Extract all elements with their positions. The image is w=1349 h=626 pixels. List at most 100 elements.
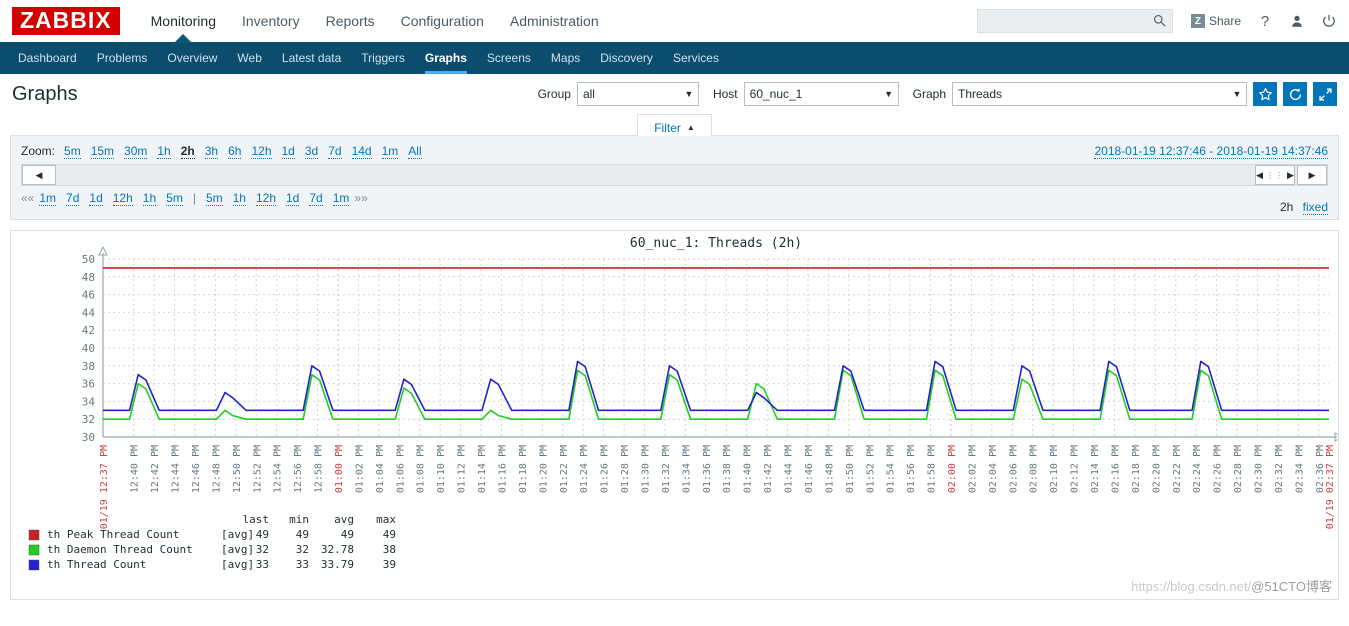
search-icon	[1153, 14, 1166, 30]
x-axis-tick-label: 01:14 PM	[477, 445, 488, 493]
x-axis-tick-label: 01:34 PM	[681, 445, 692, 493]
subnav-item-screens[interactable]: Screens	[477, 42, 541, 74]
shift-forward-12h[interactable]: 12h	[255, 191, 276, 206]
subnav-item-discovery[interactable]: Discovery	[590, 42, 663, 74]
time-scrollbar[interactable]: ◀ ◀ ⋮⋮ ▶ ▶	[21, 164, 1328, 186]
main-menu-item-reports[interactable]: Reports	[313, 0, 388, 42]
shift-back-5m[interactable]: 5m	[166, 191, 183, 206]
zabbix-logo[interactable]: ZABBIX	[12, 7, 120, 35]
subnav-item-latest-data[interactable]: Latest data	[272, 42, 351, 74]
threads-graph[interactable]: 60_nuc_1: Threads (2h) 30 32 34 36 38 40 42 44 46…	[11, 231, 1338, 599]
legend-series-name: th Peak Thread Count	[47, 528, 179, 541]
legend-value-avg: 32.78	[321, 543, 354, 556]
filter-tab-label: Filter	[654, 120, 681, 135]
shift-forward-1m[interactable]: 1m	[332, 191, 350, 206]
shift-back-12h[interactable]: 12h	[112, 191, 133, 206]
zoom-option-All[interactable]: All	[408, 144, 422, 159]
shift-forward-1d[interactable]: 1d	[286, 191, 300, 206]
time-scroll-handle[interactable]: ◀ ⋮⋮ ▶	[1255, 165, 1295, 185]
y-axis-tick-label: 30	[82, 431, 95, 444]
main-menu-item-monitoring[interactable]: Monitoring	[138, 0, 229, 42]
zoom-option-6h[interactable]: 6h	[228, 144, 242, 159]
x-axis-start-label: 01/19 12:37 PM	[99, 445, 110, 529]
forward-chevrons-label: »»	[354, 191, 368, 205]
x-axis-tick-label: 01:04 PM	[375, 445, 386, 493]
subnav-item-services[interactable]: Services	[663, 42, 729, 74]
shift-forward-1h[interactable]: 1h	[232, 191, 246, 206]
subnav-item-triggers[interactable]: Triggers	[351, 42, 415, 74]
time-shift-links: «« 1m 7d 1d 12h 1h 5m | 5m 1h 12h 1d 7d 1m »»	[21, 191, 1328, 206]
shift-back-1h[interactable]: 1h	[142, 191, 157, 206]
x-axis-tick-label: 01:18 PM	[518, 445, 529, 493]
x-axis-tick-label: 12:56 PM	[293, 445, 304, 493]
legend-value-max: 49	[383, 528, 396, 541]
x-axis-tick-label: 02:34 PM	[1294, 445, 1305, 493]
group-select[interactable]: all ▼	[576, 82, 699, 106]
main-menu-item-administration[interactable]: Administration	[497, 0, 612, 42]
zoom-option-30m[interactable]: 30m	[124, 144, 148, 159]
global-search[interactable]	[976, 9, 1173, 33]
zoom-option-15m[interactable]: 15m	[90, 144, 115, 159]
x-axis-tick-label: 01:38 PM	[722, 445, 733, 493]
subnav-item-problems[interactable]: Problems	[87, 42, 158, 74]
date-range-link[interactable]: 2018-01-19 12:37:46 - 2018-01-19 14:37:4…	[1094, 144, 1328, 159]
subnav-item-dashboard[interactable]: Dashboard	[8, 42, 87, 74]
shift-back-1m[interactable]: 1m	[39, 191, 57, 206]
x-axis-tick-label: 12:42 PM	[150, 445, 161, 493]
zoom-option-1d[interactable]: 1d	[281, 144, 295, 159]
right-arrow-icon: ▶	[1287, 169, 1294, 180]
main-menu-item-inventory[interactable]: Inventory	[229, 0, 313, 42]
x-axis-tick-label: 02:12 PM	[1070, 445, 1081, 493]
x-axis-tick-label: 01:56 PM	[906, 445, 917, 493]
x-axis-tick-label: 01:28 PM	[620, 445, 631, 493]
help-icon[interactable]: ?	[1257, 12, 1273, 30]
zoom-option-2h[interactable]: 2h	[180, 144, 195, 159]
x-axis-tick-label: 02:32 PM	[1274, 445, 1285, 493]
add-favorite-button[interactable]	[1253, 82, 1277, 106]
zoom-option-5m[interactable]: 5m	[64, 144, 81, 159]
zoom-options-list: 5m 15m 30m 1h 2h 3h 6h 12h 1d 3d 7d 14d 1m All	[59, 144, 427, 159]
zoom-option-14d[interactable]: 14d	[351, 144, 372, 159]
host-select[interactable]: 60_nuc_1 ▼	[743, 82, 899, 106]
share-button[interactable]: Z Share	[1190, 14, 1241, 28]
fullscreen-button[interactable]	[1313, 82, 1337, 106]
shift-back-1d[interactable]: 1d	[89, 191, 103, 206]
x-axis-tick-label: 02:16 PM	[1110, 445, 1121, 493]
x-axis-tick-label: 01:46 PM	[804, 445, 815, 493]
shift-forward-5m[interactable]: 5m	[205, 191, 223, 206]
y-axis-tick-label: 38	[82, 360, 95, 373]
graph-selector-controls: Group all ▼ Host 60_nuc_1 ▼ Graph Thread…	[538, 82, 1337, 106]
x-axis-tick-label: 01:44 PM	[784, 445, 795, 493]
subnav-item-maps[interactable]: Maps	[541, 42, 590, 74]
main-menu-item-configuration[interactable]: Configuration	[388, 0, 497, 42]
zoom-option-7d[interactable]: 7d	[328, 144, 342, 159]
graph-select[interactable]: Threads ▼	[952, 82, 1247, 106]
x-axis-tick-label: 12:54 PM	[273, 445, 284, 493]
main-menu: Monitoring Inventory Reports Configuration A…	[138, 0, 612, 42]
legend-series-name: th Daemon Thread Count	[47, 543, 193, 556]
zoom-option-1m[interactable]: 1m	[381, 144, 399, 159]
x-axis-tick-label: 01:08 PM	[416, 445, 427, 493]
period-mode-link[interactable]: fixed	[1302, 200, 1328, 215]
x-axis-tick-label: 01:22 PM	[559, 445, 570, 493]
subnav-item-overview[interactable]: Overview	[157, 42, 227, 74]
zoom-option-3h[interactable]: 3h	[204, 144, 219, 159]
power-logout-icon[interactable]	[1321, 12, 1337, 30]
zoom-option-12h[interactable]: 12h	[251, 144, 272, 159]
legend-aggregate: [avg]	[221, 528, 254, 541]
time-forward-button[interactable]: ▶	[1297, 165, 1327, 185]
user-profile-icon[interactable]	[1289, 12, 1305, 30]
legend-color-swatch	[28, 559, 40, 571]
refresh-button[interactable]	[1283, 82, 1307, 106]
subnav-item-web[interactable]: Web	[227, 42, 271, 74]
shift-back-7d[interactable]: 7d	[66, 191, 80, 206]
search-input[interactable]	[977, 10, 1172, 32]
chevron-up-icon: ▲	[686, 123, 695, 132]
shift-forward-7d[interactable]: 7d	[309, 191, 323, 206]
zoom-option-3d[interactable]: 3d	[304, 144, 319, 159]
subnav-item-graphs[interactable]: Graphs	[415, 42, 477, 74]
zoom-option-1h[interactable]: 1h	[157, 144, 171, 159]
x-axis-tick-label: 01:40 PM	[743, 445, 754, 493]
x-axis-tick-label: 01:58 PM	[927, 445, 938, 493]
time-back-button[interactable]: ◀	[22, 165, 56, 185]
